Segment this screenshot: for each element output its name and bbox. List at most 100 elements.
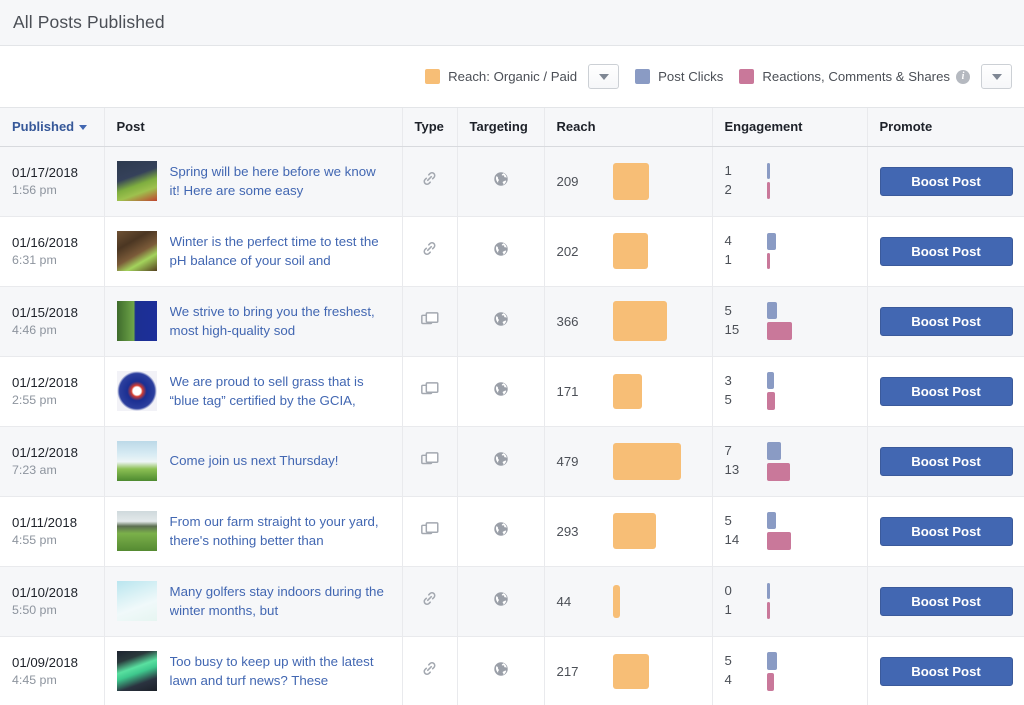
all-posts-published-panel: All Posts Published Reach: Organic / Pai… [0, 0, 1024, 705]
engagement-bars [766, 583, 770, 619]
reactions-value: 1 [724, 252, 732, 267]
cell-promote: Boost Post [867, 286, 1024, 357]
boost-post-button[interactable]: Boost Post [879, 236, 1013, 266]
reach-bar [612, 442, 681, 480]
column-header-targeting[interactable]: Targeting [457, 108, 545, 147]
boost-post-button[interactable]: Boost Post [879, 446, 1013, 476]
post-date: 01/12/2018 [12, 374, 79, 390]
post-message-link[interactable]: Many golfers stay indoors during the win… [170, 582, 390, 621]
post-thumbnail[interactable] [116, 301, 157, 341]
cell-engagement: 5 14 [712, 496, 868, 567]
reactions-value: 4 [724, 672, 732, 687]
post-date: 01/09/2018 [12, 654, 79, 670]
reactions-bar [766, 602, 770, 619]
link-icon [421, 592, 438, 611]
cell-reach: 366 [544, 286, 713, 357]
info-icon[interactable]: i [956, 69, 970, 84]
cell-post: We are proud to sell grass that is “blue… [104, 356, 403, 427]
posts-table: Published Post Type Targeting Reach Enga… [0, 108, 1024, 705]
post-thumbnail[interactable] [116, 371, 157, 411]
post-time: 6:31 pm [12, 252, 57, 267]
boost-post-button[interactable]: Boost Post [879, 516, 1013, 546]
post-clicks-bar [766, 372, 774, 389]
cell-targeting [457, 286, 545, 357]
cell-published: 01/17/2018 1:56 pm [0, 146, 105, 217]
cell-targeting [457, 216, 545, 287]
post-clicks-value: 5 [724, 513, 732, 529]
post-clicks-value: 0 [724, 583, 732, 599]
legend-item-reach: Reach: Organic / Paid [425, 69, 577, 84]
cell-type [402, 426, 458, 497]
photos-icon [420, 451, 439, 471]
globe-icon [493, 521, 509, 541]
reach-metric-dropdown-button[interactable] [588, 64, 620, 89]
engagement-bars [766, 163, 770, 199]
post-clicks-value: 3 [724, 373, 732, 389]
reach-bar [612, 233, 648, 269]
post-thumbnail[interactable] [116, 231, 157, 271]
post-clicks-bar [766, 512, 776, 529]
reactions-value: 15 [724, 322, 740, 337]
column-header-published[interactable]: Published [0, 108, 105, 147]
post-message-link[interactable]: From our farm straight to your yard, the… [170, 512, 390, 551]
boost-post-button[interactable]: Boost Post [879, 306, 1013, 336]
post-time: 4:55 pm [12, 532, 57, 547]
engagement-values: 01 [725, 582, 767, 619]
cell-type [402, 146, 458, 217]
column-header-type[interactable]: Type [402, 108, 458, 147]
column-header-reach[interactable]: Reach [544, 108, 713, 147]
reactions-value: 13 [724, 462, 740, 477]
table-row: 01/15/2018 4:46 pm We strive to bring you … [0, 286, 1024, 357]
post-message-link[interactable]: Spring will be here before we know it! H… [170, 162, 390, 201]
boost-post-button[interactable]: Boost Post [879, 586, 1013, 616]
cell-engagement: 7 13 [712, 426, 868, 497]
reactions-bar [766, 322, 792, 340]
table-header-row: Published Post Type Targeting Reach Enga… [0, 108, 1024, 147]
cell-promote: Boost Post [867, 566, 1024, 637]
cell-targeting [457, 426, 545, 497]
engagement-values: 54 [725, 652, 767, 689]
boost-post-button[interactable]: Boost Post [879, 656, 1013, 686]
post-thumbnail[interactable] [116, 441, 157, 481]
column-header-engagement[interactable]: Engagement [712, 108, 868, 147]
post-message-link[interactable]: We strive to bring you the freshest, mos… [170, 302, 390, 341]
globe-icon [493, 171, 509, 191]
cell-type [402, 216, 458, 287]
post-clicks-value: 1 [724, 163, 732, 179]
post-date: 01/15/2018 [12, 304, 79, 320]
table-header: Published Post Type Targeting Reach Enga… [0, 108, 1024, 147]
post-clicks-bar [766, 233, 776, 250]
cell-reach: 479 [544, 426, 713, 497]
reactions-bar [766, 462, 790, 481]
column-header-post[interactable]: Post [104, 108, 403, 147]
reach-value: 217 [556, 663, 579, 679]
post-thumbnail[interactable] [116, 651, 157, 691]
post-message-link[interactable]: Too busy to keep up with the latest lawn… [170, 652, 390, 691]
photos-icon [420, 311, 439, 331]
engagement-metric-dropdown-button[interactable] [981, 64, 1012, 89]
post-time: 5:50 pm [12, 602, 57, 617]
cell-post: From our farm straight to your yard, the… [104, 496, 403, 567]
post-clicks-bar [766, 302, 777, 319]
cell-reach: 209 [544, 146, 713, 217]
sort-desc-icon [79, 125, 88, 131]
cell-published: 01/15/2018 4:46 pm [0, 286, 105, 357]
post-thumbnail[interactable] [116, 511, 157, 551]
post-message-link[interactable]: Winter is the perfect time to test the p… [170, 232, 390, 271]
post-message-link[interactable]: We are proud to sell grass that is “blue… [170, 372, 390, 411]
post-time: 1:56 pm [12, 182, 57, 197]
post-thumbnail[interactable] [116, 581, 157, 621]
post-thumbnail[interactable] [116, 161, 157, 201]
reach-value: 44 [556, 593, 572, 609]
cell-post: Winter is the perfect time to test the p… [104, 216, 403, 287]
table-row: 01/11/2018 4:55 pm From our farm straight … [0, 496, 1024, 567]
cell-type [402, 286, 458, 357]
cell-type [402, 496, 458, 567]
table-row: 01/16/2018 6:31 pm Winter is the perfect t… [0, 216, 1024, 287]
boost-post-button[interactable]: Boost Post [879, 376, 1013, 406]
boost-post-button[interactable]: Boost Post [879, 166, 1013, 196]
post-message-link[interactable]: Come join us next Thursday! [170, 451, 339, 470]
cell-reach: 293 [544, 496, 713, 567]
cell-published: 01/11/2018 4:55 pm [0, 496, 105, 567]
table-body: 01/17/2018 1:56 pm Spring will be here bef… [0, 146, 1024, 705]
